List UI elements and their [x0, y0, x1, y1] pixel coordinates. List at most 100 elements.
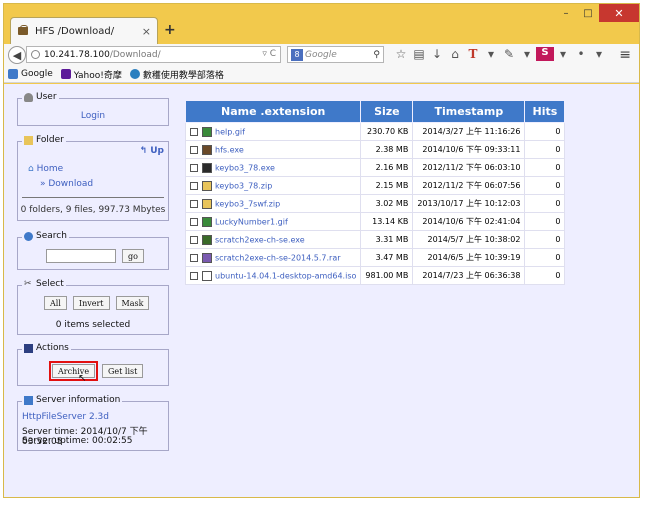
bookmark-label: Yahoo!奇摩 [73, 70, 122, 81]
google-engine-icon[interactable]: 8 [291, 48, 303, 61]
globe-icon [31, 50, 40, 59]
mask-button[interactable]: Mask [115, 296, 150, 310]
header-hits[interactable]: Hits [524, 100, 566, 123]
download-icon[interactable]: ↓ [428, 47, 446, 61]
hfs-version-link[interactable]: HttpFileServer 2.3d [22, 412, 109, 422]
close-window-button[interactable]: ✕ [599, 4, 639, 22]
addon-s-icon[interactable]: S [536, 47, 554, 61]
table-row: keybo3_78.zip 2.15 MB 2012/11/2 下午 06:07… [184, 176, 566, 195]
select-all-button[interactable]: All [44, 296, 67, 310]
file-hits: 0 [524, 122, 566, 141]
gif-icon [202, 126, 212, 137]
url-dropdown-reload[interactable]: ▿ C [262, 49, 276, 59]
folder-title: Folder [36, 135, 64, 145]
minimize-button[interactable]: – [555, 4, 577, 22]
search-help-icon [24, 231, 33, 241]
server-panel-title: Server information [22, 395, 123, 405]
toolbar-icons: ☆ ▤ ↓ ⌂ T ▾ ✎ ▾ S ▾ • ▾ [392, 47, 608, 61]
exe-icon [202, 162, 212, 173]
select-title: Select [36, 279, 64, 289]
go-button[interactable]: go [122, 249, 144, 263]
reading-list-icon[interactable]: ▤ [410, 47, 428, 61]
addon-icon[interactable]: • [572, 47, 590, 61]
row-checkbox[interactable] [190, 145, 198, 154]
dropdown-icon[interactable]: ▾ [590, 47, 608, 61]
header-timestamp[interactable]: Timestamp [412, 100, 526, 123]
user-panel: User Login [17, 92, 169, 126]
dropdown-icon[interactable]: ▾ [518, 47, 536, 61]
file-size: 2.16 MB [360, 158, 414, 177]
archive-button[interactable]: Archive [48, 361, 99, 381]
search-icon[interactable]: ⚲ [373, 50, 380, 60]
row-checkbox[interactable] [190, 217, 198, 226]
get-list-button[interactable]: Get list [102, 364, 144, 378]
browser-window: HFS /Download/ × + – □ ✕ ◀ 10.241.78.100… [3, 3, 640, 498]
url-host: 10.241.78.100 [44, 49, 110, 60]
new-tab-button[interactable]: + [164, 22, 176, 38]
gif-icon [202, 216, 212, 227]
iso-icon [202, 270, 212, 281]
file-link[interactable]: keybo3_78.exe [215, 163, 275, 172]
tab-close-icon[interactable]: × [142, 25, 151, 38]
file-size: 13.14 KB [360, 212, 414, 231]
yahoo-icon [60, 69, 71, 79]
row-checkbox[interactable] [190, 271, 198, 280]
file-link[interactable]: keybo3_78.zip [215, 181, 272, 190]
header-size[interactable]: Size [360, 100, 414, 123]
file-link[interactable]: scratch2exe-ch-se.exe [215, 235, 305, 244]
up-button[interactable]: ↰ Up [140, 146, 164, 156]
home-link[interactable]: ⌂ Home [28, 164, 63, 174]
current-folder-link[interactable]: » Download [40, 179, 93, 189]
row-checkbox[interactable] [190, 253, 198, 262]
file-link[interactable]: LuckyNumber1.gif [215, 217, 288, 226]
bookmark-blog[interactable]: 數穫使用教學部落格 [129, 68, 224, 81]
row-checkbox[interactable] [190, 163, 198, 172]
bookmark-google[interactable]: Google [8, 69, 53, 79]
bookmark-yahoo[interactable]: Yahoo!奇摩 [60, 68, 122, 81]
search-panel-title: Search [22, 231, 69, 241]
header-name[interactable]: Name .extension [184, 100, 362, 123]
dropdown-icon[interactable]: ▾ [554, 47, 572, 61]
row-checkbox[interactable] [190, 235, 198, 244]
exe-icon [202, 234, 212, 245]
back-button[interactable]: ◀ [8, 46, 26, 64]
menu-icon[interactable]: ≡ [619, 47, 631, 63]
maximize-button[interactable]: □ [577, 4, 599, 22]
row-checkbox[interactable] [190, 199, 198, 208]
search-input[interactable] [46, 249, 116, 263]
extension-icon[interactable]: ✎ [500, 47, 518, 61]
file-hits: 0 [524, 230, 566, 249]
table-row: LuckyNumber1.gif 13.14 KB 2014/10/6 下午 0… [184, 212, 566, 231]
select-panel: ✂ Select All Invert Mask 0 items selecte… [17, 279, 169, 335]
window-controls: – □ ✕ [555, 4, 639, 22]
login-link[interactable]: Login [81, 111, 105, 121]
bookmark-label: 數穫使用教學部落格 [142, 70, 224, 81]
zip-icon [202, 198, 212, 209]
file-link[interactable]: ubuntu-14.04.1-desktop-amd64.iso [215, 271, 356, 280]
file-link[interactable]: help.gif [215, 127, 245, 136]
url-bar[interactable]: 10.241.78.100 /Download/ ▿ C [26, 46, 281, 63]
selected-count: 0 items selected [55, 320, 131, 330]
translate-icon[interactable]: T [464, 47, 482, 61]
file-link[interactable]: keybo3_7swf.zip [215, 199, 280, 208]
dropdown-icon[interactable]: ▾ [482, 47, 500, 61]
file-link[interactable]: hfs.exe [215, 145, 244, 154]
home-icon: ⌂ [28, 164, 34, 174]
row-checkbox[interactable] [190, 181, 198, 190]
blog-icon [129, 69, 140, 79]
folder-stats: 0 folders, 9 files, 997.73 Mbytes [20, 205, 166, 215]
tab-title: HFS /Download/ [35, 25, 115, 37]
navigation-bar: ◀ 10.241.78.100 /Download/ ▿ C 8 Google … [4, 44, 639, 66]
file-timestamp: 2014/7/23 上午 06:36:38 [412, 266, 526, 285]
table-row: scratch2exe-ch-se.exe 3.31 MB 2014/5/7 上… [184, 230, 566, 249]
search-panel: Search go [17, 231, 169, 270]
search-bar[interactable]: 8 Google ⚲ [287, 46, 384, 63]
row-checkbox[interactable] [190, 127, 198, 136]
file-link[interactable]: scratch2exe-ch-se-2014.5.7.rar [215, 253, 341, 262]
file-size: 3.02 MB [360, 194, 414, 213]
invert-button[interactable]: Invert [72, 296, 110, 310]
actions-panel-title: Actions [22, 343, 71, 353]
browser-tab[interactable]: HFS /Download/ × [10, 17, 158, 44]
bookmark-star-icon[interactable]: ☆ [392, 47, 410, 61]
home-icon[interactable]: ⌂ [446, 47, 464, 61]
